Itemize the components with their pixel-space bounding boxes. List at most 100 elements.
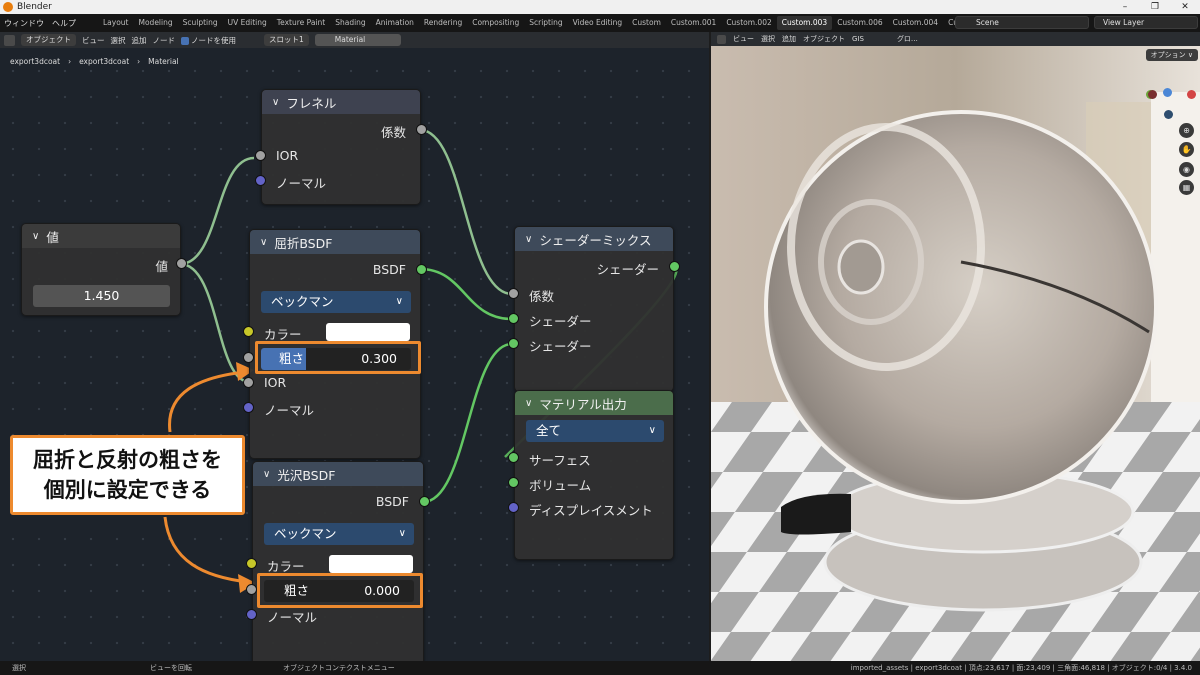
distribution-dropdown[interactable]: ベックマン ∨ bbox=[261, 291, 411, 313]
node-value[interactable]: ∨ 値 値 1.450 bbox=[21, 223, 187, 316]
node-fresnel[interactable]: ∨ フレネル 係数 IOR ノーマル bbox=[255, 89, 427, 205]
close-icon[interactable]: ✕ bbox=[1170, 0, 1200, 14]
node-header: ∨ 値 bbox=[22, 224, 180, 248]
scene-selector[interactable]: Scene bbox=[955, 16, 1089, 29]
input-socket-icon[interactable] bbox=[508, 502, 519, 513]
grid-icon[interactable]: ▦ bbox=[1179, 180, 1194, 195]
workspace-tab[interactable]: Texture Paint bbox=[272, 16, 330, 30]
workspace-tab[interactable]: Custom.003 bbox=[776, 16, 833, 30]
socket-label: 係数 bbox=[380, 125, 406, 140]
workspace-tab[interactable]: Compositing bbox=[467, 16, 524, 30]
input-socket-icon[interactable] bbox=[255, 175, 266, 186]
workspace-tab[interactable]: Animation bbox=[371, 16, 419, 30]
input-socket-icon[interactable] bbox=[243, 402, 254, 413]
workspace-tab[interactable]: Custom.002 bbox=[721, 16, 776, 30]
transform-orientation[interactable]: グロ… bbox=[897, 34, 918, 44]
socket-label: ノーマル bbox=[267, 610, 318, 625]
output-socket-icon[interactable] bbox=[419, 496, 430, 507]
workspace-tab[interactable]: Custom.001 bbox=[666, 16, 721, 30]
input-socket-icon[interactable] bbox=[243, 326, 254, 337]
node-editor[interactable]: オブジェクト ビュー 選択 追加 ノード ノードを使用 スロット1 Materi… bbox=[0, 32, 709, 661]
workspace-tab[interactable]: Custom.004 bbox=[888, 16, 943, 30]
camera-icon[interactable]: ◉ bbox=[1179, 162, 1194, 177]
input-socket-icon[interactable] bbox=[508, 338, 519, 349]
input-socket-icon[interactable] bbox=[246, 558, 257, 569]
callout-arrow-down bbox=[163, 516, 249, 584]
chevron-down-icon[interactable]: ∨ bbox=[260, 237, 267, 248]
menu-view[interactable]: ビュー bbox=[733, 34, 754, 44]
input-socket-icon[interactable] bbox=[246, 584, 257, 595]
socket-label: 係数 bbox=[529, 289, 555, 304]
workspace-tab[interactable]: Video Editing bbox=[568, 16, 628, 30]
zoom-icon[interactable]: ⊕ bbox=[1179, 123, 1194, 138]
socket-label: ノーマル bbox=[276, 176, 327, 191]
workspace-tab[interactable]: Custom bbox=[627, 16, 666, 30]
workspace-tab[interactable]: Custom.006 bbox=[832, 16, 887, 30]
output-socket-icon[interactable] bbox=[416, 264, 427, 275]
node-mix-shader[interactable]: ∨ シェーダーミックス シェーダー 係数 シェーダー シェーダー bbox=[508, 226, 680, 392]
output-socket-icon[interactable] bbox=[669, 261, 680, 272]
pan-hand-icon[interactable]: ✋ bbox=[1179, 142, 1194, 157]
socket-label: シェーダー bbox=[529, 314, 592, 329]
3d-viewport[interactable]: ビュー 選択 追加 オブジェクト GIS グロ… オプション ∨ ⊕ ✋ ◉ ▦ bbox=[711, 32, 1200, 661]
gizmo-x-axis-icon[interactable] bbox=[1187, 90, 1196, 99]
color-swatch[interactable] bbox=[329, 555, 413, 573]
workspace-tab[interactable]: Rendering bbox=[419, 16, 467, 30]
color-swatch[interactable] bbox=[326, 323, 410, 341]
status-bar: 選択 ビューを回転 オブジェクトコンテクストメニュー imported_asse… bbox=[0, 661, 1200, 675]
workspace-tab[interactable]: Scripting bbox=[524, 16, 567, 30]
chevron-down-icon[interactable]: ∨ bbox=[263, 469, 270, 480]
workspace-tab[interactable]: Modeling bbox=[134, 16, 178, 30]
distribution-dropdown[interactable]: ベックマン ∨ bbox=[264, 523, 414, 545]
target-dropdown[interactable]: 全て ∨ bbox=[526, 420, 664, 442]
top-bar: ウィンドウ ヘルプ Layout Modeling Sculpting UV Edit… bbox=[0, 14, 1200, 32]
view-layer-selector[interactable]: View Layer bbox=[1094, 16, 1198, 29]
node-material-output[interactable]: ∨ マテリアル出力 全て ∨ サーフェス ボリューム ディスプレイスメント bbox=[508, 390, 674, 560]
chevron-down-icon[interactable]: ∨ bbox=[272, 97, 279, 108]
workspace-tab[interactable]: Layout bbox=[98, 16, 134, 30]
chevron-down-icon[interactable]: ∨ bbox=[32, 231, 39, 242]
input-socket-icon[interactable] bbox=[508, 477, 519, 488]
value-field[interactable]: 1.450 bbox=[33, 285, 170, 307]
menu-help[interactable]: ヘルプ bbox=[48, 18, 80, 29]
window-controls: – ❐ ✕ bbox=[1110, 0, 1200, 14]
title-bar: Blender – ❐ ✕ bbox=[0, 0, 1200, 14]
chevron-down-icon: ∨ bbox=[648, 425, 656, 436]
workspace-tab[interactable]: Sculpting bbox=[178, 16, 223, 30]
menu-select[interactable]: 選択 bbox=[761, 34, 775, 44]
workspace-tab[interactable]: Shading bbox=[330, 16, 370, 30]
node-header: ∨ フレネル bbox=[262, 90, 420, 114]
socket-label: ノーマル bbox=[264, 403, 315, 418]
menu-add[interactable]: 追加 bbox=[782, 34, 796, 44]
gizmo-neg-x-icon[interactable] bbox=[1148, 90, 1157, 99]
menu-object[interactable]: オブジェクト bbox=[803, 34, 845, 44]
output-socket-icon[interactable] bbox=[416, 124, 427, 135]
callout-arrow-up bbox=[168, 370, 246, 433]
input-socket-icon[interactable] bbox=[243, 377, 254, 388]
input-socket-icon[interactable] bbox=[246, 609, 257, 620]
link-refraction-mix-shader1 bbox=[419, 267, 513, 321]
input-socket-icon[interactable] bbox=[508, 288, 519, 299]
workspace-tab[interactable]: UV Editing bbox=[223, 16, 272, 30]
input-socket-icon[interactable] bbox=[243, 352, 254, 363]
gizmo-z-axis-icon[interactable] bbox=[1163, 88, 1172, 97]
output-socket-icon[interactable] bbox=[176, 258, 187, 269]
status-context-menu: オブジェクトコンテクストメニュー bbox=[283, 664, 395, 672]
input-socket-icon[interactable] bbox=[255, 150, 266, 161]
minimize-icon[interactable]: – bbox=[1110, 0, 1140, 14]
status-rotate-view: ビューを回転 bbox=[150, 664, 192, 672]
input-socket-icon[interactable] bbox=[508, 452, 519, 463]
menu-window[interactable]: ウィンドウ bbox=[0, 18, 48, 29]
socket-label: BSDF bbox=[375, 494, 409, 509]
maximize-icon[interactable]: ❐ bbox=[1140, 0, 1170, 14]
editor-type-icon[interactable] bbox=[717, 34, 726, 44]
node-header: ∨ マテリアル出力 bbox=[515, 391, 673, 415]
options-button[interactable]: オプション ∨ bbox=[1145, 49, 1198, 61]
gizmo-neg-z-icon[interactable] bbox=[1164, 110, 1173, 119]
menu-gis[interactable]: GIS bbox=[852, 35, 864, 43]
socket-label: IOR bbox=[264, 375, 287, 390]
input-socket-icon[interactable] bbox=[508, 313, 519, 324]
chevron-down-icon[interactable]: ∨ bbox=[525, 398, 532, 409]
chevron-down-icon[interactable]: ∨ bbox=[525, 234, 532, 245]
node-glossy-bsdf[interactable]: ∨ 光沢BSDF BSDF ベックマン ∨ カラー 粗さ 0.000 ノーマル bbox=[246, 461, 430, 661]
